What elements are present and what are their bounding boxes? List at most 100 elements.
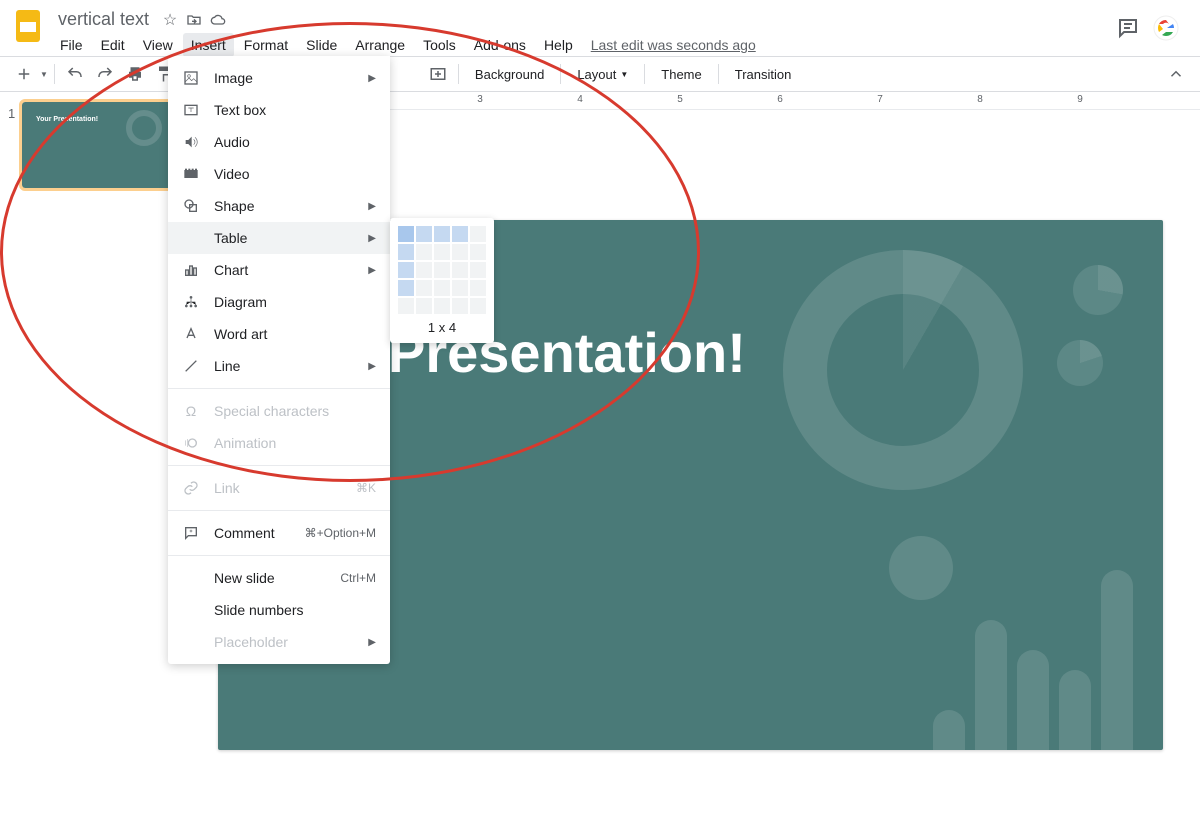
- motion-icon: [182, 434, 200, 452]
- picker-cell[interactable]: [470, 298, 486, 314]
- document-title[interactable]: vertical text: [52, 8, 155, 31]
- menu-item-line[interactable]: Line ▶: [168, 350, 390, 382]
- transition-button[interactable]: Transition: [725, 63, 802, 86]
- thumbnail-title: Your Presentation!: [36, 116, 98, 123]
- picker-cell[interactable]: [416, 298, 432, 314]
- slide-thumbnail[interactable]: Your Presentation!: [22, 102, 172, 188]
- collapse-toolbar-button[interactable]: [1162, 60, 1190, 88]
- picker-cell[interactable]: [416, 280, 432, 296]
- picker-grid[interactable]: [398, 226, 486, 314]
- slide-number: 1: [8, 102, 22, 188]
- menu-item-slide-numbers[interactable]: Slide numbers: [168, 594, 390, 626]
- cloud-status-icon[interactable]: [209, 11, 227, 29]
- slide-graphic-donut: [783, 250, 1023, 490]
- menu-item-animation: Animation: [168, 427, 390, 459]
- menu-arrange[interactable]: Arrange: [347, 33, 413, 57]
- layout-button[interactable]: Layout▼: [567, 63, 638, 86]
- comments-icon[interactable]: [1116, 16, 1140, 40]
- redo-button[interactable]: [91, 60, 119, 88]
- picker-cell[interactable]: [398, 244, 414, 260]
- undo-button[interactable]: [61, 60, 89, 88]
- menu-file[interactable]: File: [52, 33, 91, 57]
- audio-icon: [182, 133, 200, 151]
- picker-cell[interactable]: [434, 244, 450, 260]
- menu-item-wordart[interactable]: Word art: [168, 318, 390, 350]
- menu-item-label: Chart: [214, 262, 248, 278]
- line-icon: [182, 357, 200, 375]
- picker-label: 1 x 4: [398, 320, 486, 335]
- picker-cell[interactable]: [434, 262, 450, 278]
- slide-thumbnail-row[interactable]: 1 Your Presentation!: [8, 102, 192, 188]
- separator: [54, 64, 55, 84]
- menu-item-textbox[interactable]: Text box: [168, 94, 390, 126]
- picker-cell[interactable]: [434, 298, 450, 314]
- picker-cell[interactable]: [398, 262, 414, 278]
- submenu-arrow-icon: ▶: [368, 201, 376, 212]
- menu-format[interactable]: Format: [236, 33, 296, 57]
- fit-button[interactable]: [424, 60, 452, 88]
- picker-cell[interactable]: [434, 226, 450, 242]
- move-icon[interactable]: [185, 11, 203, 29]
- menu-item-comment[interactable]: Comment ⌘+Option+M: [168, 517, 390, 549]
- image-icon: [182, 69, 200, 87]
- video-icon: [182, 165, 200, 183]
- menu-item-label: Text box: [214, 102, 266, 118]
- menu-edit[interactable]: Edit: [93, 33, 133, 57]
- star-icon[interactable]: ☆: [161, 11, 179, 29]
- menu-divider: [168, 555, 390, 556]
- theme-button[interactable]: Theme: [651, 63, 711, 86]
- menu-item-label: Table: [214, 230, 247, 246]
- menu-tools[interactable]: Tools: [415, 33, 464, 57]
- menu-item-new-slide[interactable]: New slide Ctrl+M: [168, 562, 390, 594]
- slide-graphic-pie: [1057, 340, 1103, 386]
- menu-item-audio[interactable]: Audio: [168, 126, 390, 158]
- chart-icon: [182, 261, 200, 279]
- header-main: vertical text ☆ File Edit View Insert Fo…: [52, 8, 1116, 57]
- background-button[interactable]: Background: [465, 63, 554, 86]
- picker-cell[interactable]: [470, 226, 486, 242]
- menu-item-chart[interactable]: Chart ▶: [168, 254, 390, 286]
- insert-menu-dropdown: Image ▶ Text box Audio Video Shape ▶ Tab…: [168, 56, 390, 664]
- menu-view[interactable]: View: [135, 33, 181, 57]
- menu-item-label: Shape: [214, 198, 254, 214]
- shortcut: Ctrl+M: [340, 571, 376, 585]
- new-slide-dropdown-icon[interactable]: ▼: [40, 70, 48, 79]
- picker-cell[interactable]: [470, 244, 486, 260]
- menu-insert[interactable]: Insert: [183, 33, 234, 57]
- picker-cell[interactable]: [452, 298, 468, 314]
- menu-slide[interactable]: Slide: [298, 33, 345, 57]
- picker-cell[interactable]: [398, 298, 414, 314]
- google-apps-icon[interactable]: [1152, 14, 1180, 42]
- picker-cell[interactable]: [452, 244, 468, 260]
- picker-cell[interactable]: [470, 280, 486, 296]
- separator: [560, 64, 561, 84]
- blank-icon: [182, 569, 200, 587]
- menu-item-video[interactable]: Video: [168, 158, 390, 190]
- print-button[interactable]: [121, 60, 149, 88]
- menu-item-label: New slide: [214, 570, 275, 586]
- new-slide-button[interactable]: [10, 60, 38, 88]
- picker-cell[interactable]: [452, 262, 468, 278]
- picker-cell[interactable]: [434, 280, 450, 296]
- menu-item-diagram[interactable]: Diagram: [168, 286, 390, 318]
- picker-cell[interactable]: [416, 262, 432, 278]
- last-edit-link[interactable]: Last edit was seconds ago: [583, 33, 764, 57]
- menu-item-shape[interactable]: Shape ▶: [168, 190, 390, 222]
- menu-divider: [168, 465, 390, 466]
- picker-cell[interactable]: [416, 226, 432, 242]
- table-size-picker[interactable]: 1 x 4: [390, 218, 494, 343]
- picker-cell[interactable]: [470, 262, 486, 278]
- menu-item-table[interactable]: Table ▶: [168, 222, 390, 254]
- menu-addons[interactable]: Add-ons: [466, 33, 534, 57]
- picker-cell[interactable]: [398, 280, 414, 296]
- picker-cell[interactable]: [398, 226, 414, 242]
- ruler-tick: 4: [577, 94, 583, 105]
- menu-item-image[interactable]: Image ▶: [168, 62, 390, 94]
- picker-cell[interactable]: [452, 226, 468, 242]
- menubar: File Edit View Insert Format Slide Arran…: [52, 33, 1116, 57]
- picker-cell[interactable]: [452, 280, 468, 296]
- omega-icon: Ω: [182, 402, 200, 420]
- menu-help[interactable]: Help: [536, 33, 581, 57]
- picker-cell[interactable]: [416, 244, 432, 260]
- submenu-arrow-icon: ▶: [368, 233, 376, 244]
